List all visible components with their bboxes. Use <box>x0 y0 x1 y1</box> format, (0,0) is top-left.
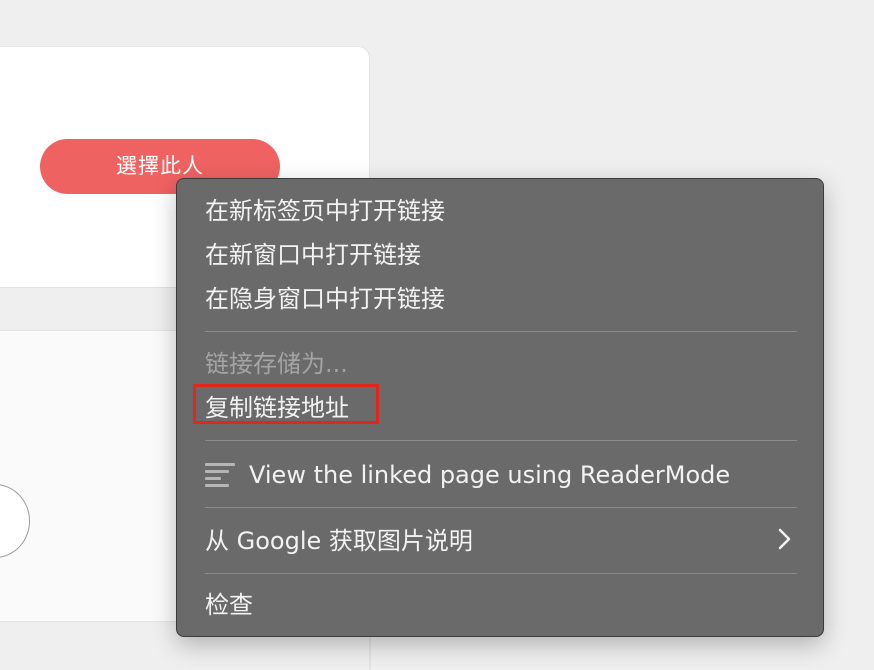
menu-item-google-image-description[interactable]: 从 Google 获取图片说明 <box>205 526 473 556</box>
menu-item-open-in-new-tab[interactable]: 在新标签页中打开链接 <box>205 196 445 226</box>
menu-item-copy-link-address[interactable]: 复制链接地址 <box>205 393 349 423</box>
page: 選擇此人 在新标签页中打开链接 在新窗口中打开链接 在隐身窗口中打开链接 链接存… <box>0 0 874 670</box>
menu-item-reader-mode[interactable]: View the linked page using ReaderMode <box>249 460 730 490</box>
menu-item-save-link-as: 链接存储为... <box>205 350 348 378</box>
menu-item-open-in-new-window[interactable]: 在新窗口中打开链接 <box>205 240 421 270</box>
chevron-right-icon <box>777 527 797 557</box>
menu-item-inspect[interactable]: 检查 <box>205 590 253 620</box>
menu-separator <box>205 331 797 332</box>
context-menu: 在新标签页中打开链接 在新窗口中打开链接 在隐身窗口中打开链接 链接存储为...… <box>176 178 824 637</box>
menu-separator <box>205 507 797 508</box>
menu-separator <box>205 573 797 574</box>
reader-mode-icon <box>205 463 235 489</box>
menu-item-open-in-incognito[interactable]: 在隐身窗口中打开链接 <box>205 284 445 314</box>
menu-separator <box>205 440 797 441</box>
